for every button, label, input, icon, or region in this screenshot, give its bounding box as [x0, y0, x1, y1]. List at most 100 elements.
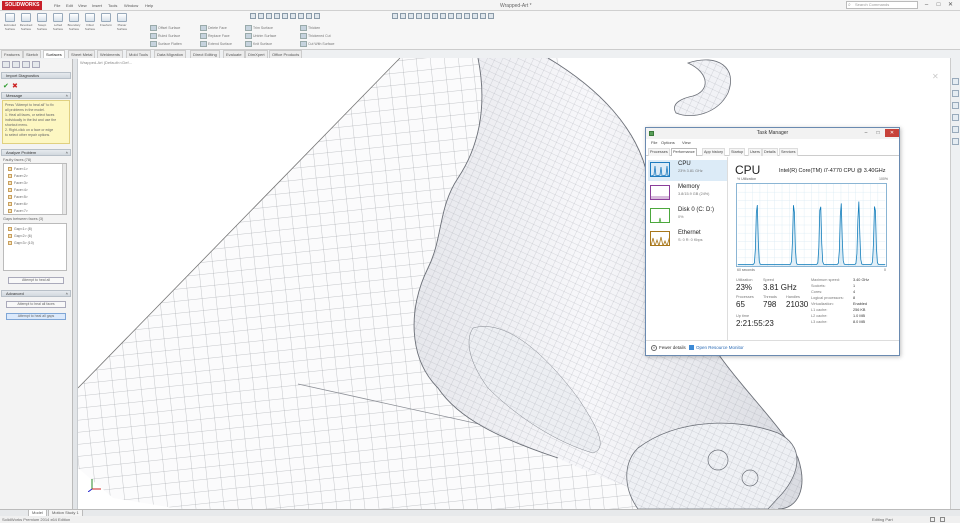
task-manager-window[interactable]: Task Manager – □ ✕ File Options View Pro… — [645, 127, 900, 356]
ok-check-icon[interactable]: ✔ — [3, 82, 9, 90]
deviation-analysis-icon[interactable] — [448, 13, 454, 19]
cut-with-surface-button[interactable]: Cut With Surface — [300, 41, 334, 47]
fewer-details-button[interactable]: ˄ Fewer details — [651, 345, 686, 351]
resource-memory[interactable]: Memory 3.8/15.9 GB (24%) — [648, 183, 727, 204]
import-diagnostics-icon[interactable] — [440, 13, 446, 19]
tab-dimxpert[interactable]: DimXpert — [245, 50, 268, 58]
planar-surface-button[interactable]: Planar Surface — [115, 13, 129, 31]
resources-icon[interactable] — [952, 78, 959, 85]
measure-icon[interactable] — [424, 13, 430, 19]
lofted-surface-button[interactable]: Lofted Surface — [51, 13, 65, 31]
tab-sheet-metal[interactable]: Sheet Metal — [68, 50, 96, 58]
appearances-icon[interactable] — [952, 126, 959, 133]
trim-surface-button[interactable]: Trim Surface — [245, 25, 273, 31]
menu-edit[interactable]: Edit — [66, 3, 73, 8]
feature-manager-tab-icon[interactable] — [2, 61, 10, 68]
design-library-icon[interactable] — [952, 90, 959, 97]
tab-direct-editing[interactable]: Direct Editing — [190, 50, 220, 58]
tm-maximize-button[interactable]: □ — [872, 129, 884, 137]
check-icon[interactable] — [416, 13, 422, 19]
tab-weldments[interactable]: Weldments — [97, 50, 123, 58]
close-graphics-icon[interactable]: ✕ — [932, 72, 939, 81]
undercut-analysis-icon[interactable] — [456, 13, 462, 19]
faulty-faces-list[interactable]: Face<1> Face<2> Face<3> Face<4> Face<5> … — [3, 163, 67, 215]
zoom-to-fit-icon[interactable] — [250, 13, 256, 19]
task-manager-title-bar[interactable]: Task Manager – □ ✕ — [646, 128, 899, 139]
tab-office-products[interactable]: Office Products — [269, 50, 303, 58]
collapse-icon[interactable]: ˄ — [66, 150, 68, 155]
tab-mold-tools[interactable]: Mold Tools — [126, 50, 152, 58]
gaps-list[interactable]: Gap<1> (8) Gap<2> (6) Gap<3> (10) — [3, 223, 67, 271]
property-manager-tab-icon[interactable] — [12, 61, 20, 68]
curvature-icon[interactable] — [392, 13, 398, 19]
menu-insert[interactable]: Insert — [92, 3, 102, 8]
mass-properties-icon[interactable] — [432, 13, 438, 19]
menu-help[interactable]: Help — [145, 3, 153, 8]
display-style-icon[interactable] — [290, 13, 296, 19]
units-icon[interactable] — [930, 517, 935, 522]
tab-evaluate[interactable]: Evaluate — [223, 50, 245, 58]
tab-surfaces[interactable]: Surfaces — [43, 50, 65, 58]
heal-all-faces-button[interactable]: Attempt to heal all faces — [6, 301, 66, 308]
tab-data-migration[interactable]: Data Migration — [154, 50, 187, 58]
feature-tree-flyout[interactable]: Wrapped-Art (Default<<Def... — [80, 60, 132, 65]
tm-close-button[interactable]: ✕ — [885, 129, 899, 137]
menu-view[interactable]: View — [78, 3, 87, 8]
search-commands-input[interactable]: ⌕ Search Commands — [846, 1, 918, 9]
custom-properties-icon[interactable] — [952, 138, 959, 145]
tab-features[interactable]: Features — [1, 50, 23, 58]
list-item[interactable]: Face<7> — [8, 209, 28, 214]
extend-surface-button[interactable]: Extend Surface — [200, 41, 232, 47]
symmetry-check-icon[interactable] — [480, 13, 486, 19]
help-icon[interactable] — [940, 517, 945, 522]
close-button[interactable]: ✕ — [945, 1, 956, 9]
solidworks-logo[interactable]: SOLIDWORKS — [2, 1, 43, 10]
surface-flatten-button[interactable]: Surface Flatten — [150, 41, 182, 47]
list-item[interactable]: Gap<3> (10) — [8, 241, 34, 246]
menu-file[interactable]: File — [54, 3, 60, 8]
list-item[interactable]: Gap<2> (6) — [8, 234, 32, 239]
maximize-button[interactable]: □ — [933, 1, 944, 9]
swept-surface-button[interactable]: Swept Surface — [35, 13, 49, 31]
heal-all-gaps-button[interactable]: Attempt to heal all gaps — [6, 313, 66, 320]
minimize-button[interactable]: – — [921, 1, 932, 9]
draft-analysis-icon[interactable] — [408, 13, 414, 19]
collapse-icon[interactable]: ˄ — [66, 291, 68, 296]
view-palette-icon[interactable] — [952, 114, 959, 121]
tab-app-history[interactable]: App history — [702, 148, 725, 156]
previous-view-icon[interactable] — [266, 13, 272, 19]
compare-documents-icon[interactable] — [488, 13, 494, 19]
hide-show-items-icon[interactable] — [298, 13, 304, 19]
tab-details[interactable]: Details — [762, 148, 778, 156]
list-item[interactable]: Face<6> — [8, 202, 28, 207]
ruled-surface-button[interactable]: Ruled Surface — [150, 33, 180, 39]
zoom-area-icon[interactable] — [258, 13, 264, 19]
tab-services[interactable]: Services — [779, 148, 798, 156]
revolved-surface-button[interactable]: Revolved Surface — [19, 13, 33, 31]
tab-startup[interactable]: Startup — [729, 148, 746, 156]
menu-window[interactable]: Window — [124, 3, 138, 8]
tm-menu-file[interactable]: File — [651, 139, 657, 147]
tab-sketch[interactable]: Sketch — [23, 50, 42, 58]
knit-surface-button[interactable]: Knit Surface — [245, 41, 272, 47]
parting-line-analysis-icon[interactable] — [464, 13, 470, 19]
tab-processes[interactable]: Processes — [648, 148, 670, 156]
cancel-x-icon[interactable]: ✖ — [12, 82, 18, 90]
thickened-cut-button[interactable]: Thickened Cut — [300, 33, 331, 39]
resource-disk[interactable]: Disk 0 (C: D:) 0% — [648, 206, 727, 227]
tm-menu-view[interactable]: View — [682, 139, 691, 147]
thickness-analysis-icon[interactable] — [472, 13, 478, 19]
edit-appearance-icon[interactable] — [306, 13, 312, 19]
thicken-button[interactable]: Thicken — [300, 25, 320, 31]
list-item[interactable]: Face<1> — [8, 167, 28, 172]
tab-performance[interactable]: Performance — [671, 148, 697, 156]
freeform-button[interactable]: Freeform — [99, 13, 113, 27]
extruded-surface-button[interactable]: Extruded Surface — [3, 13, 17, 31]
attempt-to-heal-all-button[interactable]: Attempt to heal all — [8, 277, 64, 284]
zebra-stripes-icon[interactable] — [400, 13, 406, 19]
advanced-header[interactable]: Advanced ˄ — [1, 290, 71, 297]
tm-menu-options[interactable]: Options — [661, 139, 675, 147]
list-item[interactable]: Face<5> — [8, 195, 28, 200]
section-view-icon[interactable] — [274, 13, 280, 19]
apply-scene-icon[interactable] — [314, 13, 320, 19]
